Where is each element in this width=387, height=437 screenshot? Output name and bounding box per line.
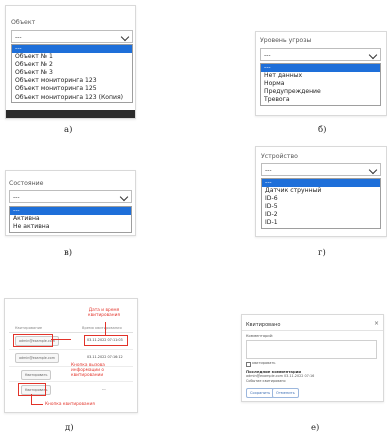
object-option[interactable]: --- [12,45,132,54]
row-divider [9,349,133,350]
state-filter-label: Состояние [9,180,44,187]
last-comment-text: Событие квитировано [246,379,286,383]
close-icon[interactable]: × [374,320,379,327]
chevron-down-icon [119,192,129,202]
chevron-down-icon [368,50,378,60]
comment-textarea[interactable] [246,340,377,359]
state-option[interactable]: Не активна [10,223,131,231]
last-comment-author-time: admin@example.com 03.11.2022 07:16 [246,374,315,378]
chevron-down-icon [120,32,130,42]
comment-label: Комментарий: [246,334,274,338]
state-select-value: --- [13,194,20,201]
threat-level-label: Уровень угрозы [260,37,312,44]
column-header-ack: Квитирование [15,326,43,330]
state-option[interactable]: --- [10,207,131,216]
annotation-line-datetime [105,322,106,335]
dialog-divider [242,330,383,331]
state-options-list: --- Активна Не активна [9,206,132,233]
object-option[interactable]: Объект мониторинга 123 [12,77,132,85]
device-option[interactable]: ID-6 [262,195,380,203]
acknowledge-checkbox-label: квитировать [252,361,276,365]
annotation-line-ack [31,394,32,404]
caption-v: в) [64,248,73,258]
highlight-box-ack-button [18,383,46,396]
threat-level-select[interactable]: --- [260,48,381,61]
ack-time-cell: --- [102,387,106,391]
annotation-line-info [51,339,71,340]
threat-level-options-list: --- Нет данных Норма Предупреждение Трев… [260,63,381,106]
acknowledgement-table-panel: Квитирование Время квитирования admin@ex… [4,298,138,413]
highlight-box-ack-time [84,335,128,346]
object-select[interactable]: --- [11,30,133,43]
cancel-button[interactable]: Отменить [272,388,299,398]
object-select-value: --- [15,34,22,41]
chevron-down-icon [368,165,378,175]
device-option[interactable]: ID-2 [262,211,380,219]
device-option[interactable]: Датчик струнный [262,187,380,195]
acknowledge-checkbox[interactable] [246,362,251,367]
ack-info-button[interactable]: admin@example.com [15,353,59,363]
device-select-value: --- [265,167,272,174]
threat-level-option[interactable]: Предупреждение [261,88,380,96]
caption-e: е) [311,423,320,433]
device-option[interactable]: ID-1 [262,219,380,227]
threat-level-filter-panel: Уровень угрозы --- --- Нет данных Норма … [255,31,387,116]
state-select[interactable]: --- [9,190,132,203]
threat-level-option[interactable]: Норма [261,80,380,88]
state-filter-panel: Состояние --- --- Активна Не активна [5,170,136,236]
device-option[interactable]: --- [262,179,380,188]
row-divider [9,381,133,382]
caption-d: д) [65,423,74,433]
annotation-line-ack-h [31,404,43,405]
caption-b: б) [318,125,327,135]
annotation-datetime: Дата и время квитирования [88,308,120,319]
object-filter-panel: Объект --- --- Объект № 1 Объект № 2 Объ… [5,5,136,119]
device-option[interactable]: ID-5 [262,203,380,211]
object-option[interactable]: Объект № 2 [12,61,132,69]
device-filter-label: Устройство [261,153,298,160]
device-select[interactable]: --- [261,163,381,176]
header-divider [9,332,133,333]
dialog-title: Квитировано [246,322,281,328]
threat-level-select-value: --- [264,52,271,59]
ack-time-cell: 03.11.2022 07:16:12 [87,355,123,359]
caption-g: г) [318,248,326,258]
object-option[interactable]: Объект № 3 [12,69,132,77]
acknowledge-button[interactable]: Квитировать [21,370,52,380]
object-options-list: --- Объект № 1 Объект № 2 Объект № 3 Объ… [11,44,133,103]
device-filter-panel: Устройство --- --- Датчик струнный ID-6 … [255,146,387,237]
object-filter-label: Объект [11,19,36,26]
threat-level-option[interactable]: Тревога [261,96,380,104]
annotation-ack-button: Кнопка квитирования [45,402,95,407]
column-header-ack-time: Время квитирования [82,326,122,330]
object-option[interactable]: Объект мониторинга 123 (Копия) [12,94,132,102]
threat-level-option[interactable]: Нет данных [261,72,380,80]
panel-bottom-shade [6,110,135,118]
state-option[interactable]: Активна [10,215,131,223]
acknowledged-dialog: Квитировано × Комментарий: квитировать П… [241,314,384,402]
highlight-box-ack-info [13,334,53,347]
object-option[interactable]: Объект № 1 [12,53,132,61]
save-button[interactable]: Сохранить [246,388,275,398]
caption-a: а) [64,125,73,135]
annotation-info-button: Кнопка вызова информации о квитировании [71,363,105,379]
threat-level-option[interactable]: --- [261,64,380,73]
object-option[interactable]: Объект мониторинга 125 [12,85,132,93]
device-options-list: --- Датчик струнный ID-6 ID-5 ID-2 ID-1 [261,178,381,229]
